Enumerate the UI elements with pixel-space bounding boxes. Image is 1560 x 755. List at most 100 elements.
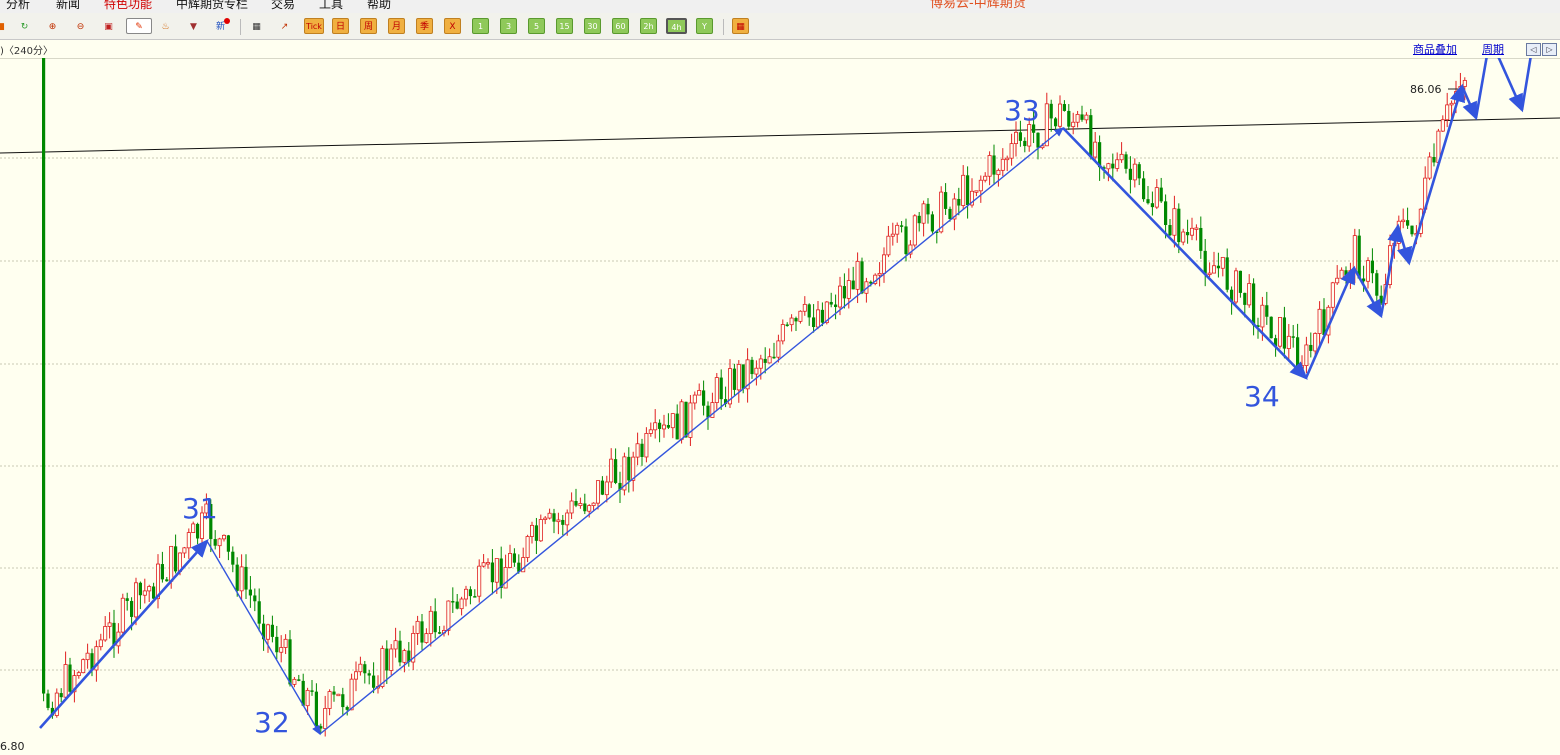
candle-body xyxy=(1344,270,1348,276)
candle-body xyxy=(552,513,556,522)
period-season-button[interactable]: 季 xyxy=(416,18,433,34)
candle-body xyxy=(358,663,363,673)
period-5m-button[interactable]: 5 xyxy=(528,18,545,34)
period-week-button[interactable]: 周 xyxy=(360,18,377,34)
candle-body xyxy=(895,224,900,235)
candle-body xyxy=(438,632,442,634)
period-year-button[interactable]: Y xyxy=(696,18,713,34)
candle-body xyxy=(1225,257,1229,290)
candle-body xyxy=(1243,292,1247,305)
candle-body xyxy=(1366,260,1371,282)
period-3m-button[interactable]: 3 xyxy=(500,18,517,34)
price-chart[interactable]: 31 32 33 34 35 86.06 6.80 xyxy=(0,58,1560,755)
menu-help[interactable]: 帮助 xyxy=(367,0,391,12)
candle-body xyxy=(1216,265,1220,269)
candle-body xyxy=(147,586,152,592)
brush-icon[interactable]: ♨ xyxy=(157,18,174,34)
candle-body xyxy=(978,179,983,192)
period-day-button[interactable]: 日 xyxy=(332,18,349,34)
filter-icon[interactable]: ▼ xyxy=(185,18,202,34)
candle-body xyxy=(877,272,882,276)
period-2h-button[interactable]: 2h xyxy=(640,18,657,34)
candle-body xyxy=(794,318,798,322)
menu-features[interactable]: 特色功能 xyxy=(104,0,152,12)
candle-body xyxy=(886,235,891,256)
nav-next-button[interactable]: ▷ xyxy=(1542,43,1557,56)
candle-body xyxy=(812,317,816,328)
candle-body xyxy=(1313,333,1318,352)
menu-news[interactable]: 新闻 xyxy=(56,0,80,12)
candle-body xyxy=(565,512,570,526)
menu-trade[interactable]: 交易 xyxy=(271,0,295,12)
candle-body xyxy=(948,208,952,219)
tick-button[interactable]: Tick xyxy=(304,18,324,34)
candle-body xyxy=(499,558,503,589)
candle-body xyxy=(398,640,402,663)
candle-body xyxy=(1357,235,1361,279)
candle-body xyxy=(834,304,838,308)
candle-body xyxy=(221,534,226,540)
pen-icon[interactable]: ✎ xyxy=(126,18,152,34)
candle-body xyxy=(974,190,979,193)
cycle-link[interactable]: 周期 xyxy=(1482,41,1504,57)
candle-body xyxy=(345,707,349,710)
candle-body xyxy=(635,443,640,458)
candle-body xyxy=(714,377,719,403)
candle-body xyxy=(353,671,358,680)
period-month-button[interactable]: 月 xyxy=(388,18,405,34)
candle-body xyxy=(477,565,482,597)
candle-body xyxy=(1186,232,1190,236)
wave-label-31: 31 xyxy=(182,492,218,525)
candle-body xyxy=(512,553,516,563)
zoom-out-icon[interactable]: ⊖ xyxy=(72,18,89,34)
commodity-overlay-link[interactable]: 商品叠加 xyxy=(1413,41,1457,57)
menu-analysis[interactable]: 分析 xyxy=(6,0,30,12)
candle-body xyxy=(627,456,631,481)
candle-body xyxy=(485,562,490,565)
candle-body xyxy=(1449,102,1454,106)
candle-body xyxy=(1220,256,1225,269)
trend-icon[interactable]: ↗ xyxy=(276,18,293,34)
candle-body xyxy=(538,519,543,542)
menu-tools[interactable]: 工具 xyxy=(319,0,343,12)
candle-body xyxy=(1071,121,1076,128)
candle-body xyxy=(1352,235,1357,272)
table-icon[interactable]: ▦ xyxy=(248,18,265,34)
period-x-button[interactable]: X xyxy=(444,18,461,34)
candle-body xyxy=(231,551,235,565)
stop-icon[interactable]: ■ xyxy=(0,18,9,34)
candle-body xyxy=(393,640,398,650)
candle-body xyxy=(1265,305,1269,317)
zoom-in-icon[interactable]: ⊕ xyxy=(44,18,61,34)
menu-column[interactable]: 中辉期货专栏 xyxy=(176,0,248,12)
candle-body xyxy=(1093,141,1098,158)
candle-body xyxy=(785,324,789,326)
refresh-icon[interactable]: ↻ xyxy=(16,18,33,34)
candle-body xyxy=(310,690,314,692)
candle-body xyxy=(904,226,908,255)
chart-grid xyxy=(0,157,1560,671)
candle-body xyxy=(534,525,538,541)
candle-body xyxy=(890,233,895,237)
candle-body xyxy=(239,566,244,592)
wave-segment xyxy=(1396,225,1413,266)
candle-body xyxy=(1339,269,1344,279)
period-4h-button[interactable]: 4h xyxy=(666,18,687,34)
period-1m-button[interactable]: 1 xyxy=(472,18,489,34)
period-30m-button[interactable]: 30 xyxy=(584,18,601,34)
period-15m-button[interactable]: 15 xyxy=(556,18,573,34)
candle-body xyxy=(1018,132,1022,141)
calculator-icon[interactable]: ▦ xyxy=(732,18,749,34)
nav-prev-button[interactable]: ◁ xyxy=(1526,43,1541,56)
candle-body xyxy=(1406,220,1410,226)
candle-body xyxy=(1370,260,1374,274)
candle-body xyxy=(160,564,164,580)
candle-body xyxy=(961,174,966,206)
high-price-label: 86.06 xyxy=(1410,83,1442,96)
candle-body xyxy=(244,566,248,590)
candle-body xyxy=(591,502,596,506)
window-icon[interactable]: ▣ xyxy=(100,18,117,34)
candle-body xyxy=(428,610,433,635)
candle-body xyxy=(1089,115,1093,158)
period-60m-button[interactable]: 60 xyxy=(612,18,629,34)
